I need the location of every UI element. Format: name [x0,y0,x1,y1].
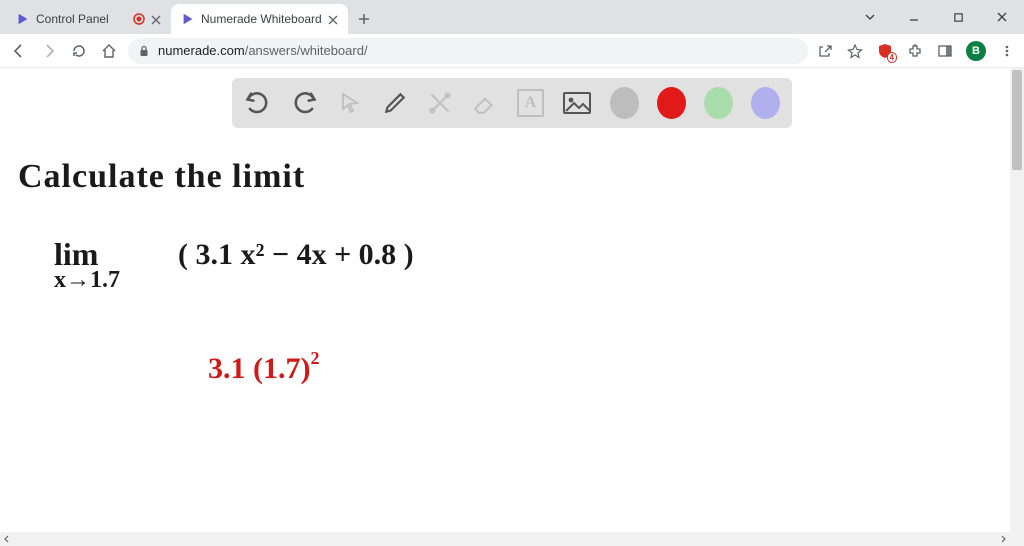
undo-button[interactable] [244,88,272,118]
extension-badge: 4 [887,52,897,63]
scroll-left-arrow-icon[interactable] [0,532,14,546]
new-tab-button[interactable] [350,5,378,33]
handwriting-lim-sub: x→1.7 [54,268,120,292]
tab-numerade-whiteboard[interactable]: Numerade Whiteboard [171,4,348,34]
whiteboard-canvas[interactable]: Calculate the limit lim x→1.7 ( 3.1 x² −… [18,158,1004,526]
extension-shield-icon[interactable]: 4 [876,42,894,60]
handwriting-limit: lim x→1.7 [54,238,120,292]
url-host: numerade.com [158,43,245,58]
extensions-puzzle-icon[interactable] [906,42,924,60]
window-close-button[interactable] [980,2,1024,32]
handwriting-red-sup: 2 [310,348,319,368]
window-minimize-button[interactable] [892,2,936,32]
favicon-numerade-icon [181,12,195,26]
handwriting-line-1: Calculate the limit [18,158,305,196]
toolbar-right-extensions: 4 B [816,41,1016,61]
horizontal-scrollbar[interactable] [0,532,1010,546]
redo-button[interactable] [290,88,318,118]
tab-title: Control Panel [36,12,127,26]
address-bar[interactable]: numerade.com/answers/whiteboard/ [128,38,808,64]
favicon-numerade-icon [16,12,30,26]
tab-close-icon[interactable] [151,14,161,24]
vertical-scrollbar[interactable] [1010,68,1024,546]
bookmark-star-icon[interactable] [846,42,864,60]
color-swatch-red[interactable] [657,87,686,119]
nav-forward-button[interactable] [38,40,60,62]
url-path: /answers/whiteboard/ [245,43,368,58]
whiteboard-toolbar: A [232,78,792,128]
browser-toolbar: numerade.com/answers/whiteboard/ 4 B [0,34,1024,68]
browser-tab-strip: Control Panel Numerade Whiteboard [0,0,1024,34]
color-swatch-grey[interactable] [610,87,639,119]
window-controls [848,0,1024,34]
kebab-menu-icon[interactable] [998,42,1016,60]
eraser-tool[interactable] [471,88,498,118]
url-text: numerade.com/answers/whiteboard/ [158,43,368,58]
nav-back-button[interactable] [8,40,30,62]
text-tool[interactable]: A [517,89,545,117]
profile-avatar[interactable]: B [966,41,986,61]
tools-crossed-icon[interactable] [426,88,453,118]
chevron-down-icon[interactable] [848,2,892,32]
text-tool-label: A [525,94,537,112]
nav-reload-button[interactable] [68,40,90,62]
nav-home-button[interactable] [98,40,120,62]
recording-indicator-icon [133,13,145,25]
pointer-tool[interactable] [336,88,363,118]
vertical-scrollbar-thumb[interactable] [1012,70,1022,170]
profile-initial: B [972,45,980,57]
color-swatch-purple[interactable] [751,87,780,119]
handwriting-expression: ( 3.1 x² − 4x + 0.8 ) [178,238,414,272]
share-icon[interactable] [816,42,834,60]
color-swatch-green[interactable] [704,87,733,119]
image-tool[interactable] [562,88,592,118]
tab-title: Numerade Whiteboard [201,12,322,26]
lock-icon [138,45,150,57]
handwriting-red-base: 3.1 (1.7) [208,352,310,385]
pen-tool[interactable] [381,88,408,118]
handwriting-lim: lim [54,238,120,270]
handwriting-red-expression: 3.1 (1.7)2 [208,348,319,386]
scroll-right-arrow-icon[interactable] [996,532,1010,546]
page-content: A Calculate the limit lim x→1.7 ( 3.1 x²… [0,68,1024,546]
tab-control-panel[interactable]: Control Panel [6,4,171,34]
tab-close-icon[interactable] [328,14,338,24]
side-panel-icon[interactable] [936,42,954,60]
window-maximize-button[interactable] [936,2,980,32]
